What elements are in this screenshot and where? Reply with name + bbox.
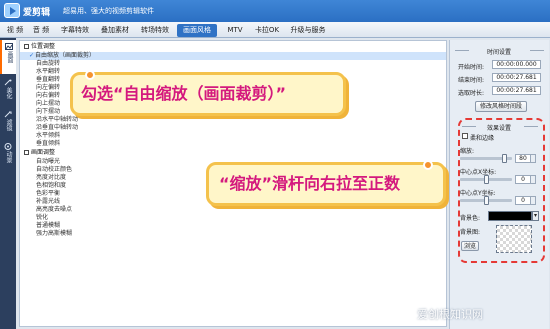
expand-toggle-icon[interactable] xyxy=(24,44,29,49)
app-logo-icon xyxy=(4,3,20,18)
bg-color-label: 背景色: xyxy=(460,215,481,222)
wand-icon xyxy=(4,79,12,86)
tab-transition[interactable]: 转场特效 xyxy=(137,24,173,37)
time-settings-title: 时间设置 xyxy=(486,49,511,56)
list-item[interactable]: 自由旋转 xyxy=(20,60,446,68)
tab-subtitle-effects[interactable]: 字幕特效 xyxy=(57,24,93,37)
bg-color-swatch[interactable] xyxy=(488,211,532,221)
list-item[interactable]: 锐化 xyxy=(20,214,446,222)
effects-title: 效果设置 xyxy=(486,125,511,132)
center-x-slider[interactable] xyxy=(460,175,512,184)
center-y-slider[interactable] xyxy=(460,196,512,205)
tab-mtv[interactable]: MTV xyxy=(222,24,248,37)
list-item[interactable]: 强力高斯模糊 xyxy=(20,230,446,238)
center-x-spin-arrows-icon[interactable] xyxy=(531,175,536,184)
sidebar-item-motion[interactable]: 动景 xyxy=(0,140,16,170)
list-item[interactable]: 高亮度去噪点 xyxy=(20,206,446,214)
instruction-callout-2: “缩放”滑杆向右拉至正数 xyxy=(206,160,446,206)
zoom-spin-arrows-icon[interactable] xyxy=(531,154,536,163)
center-x-value-field[interactable]: 0 xyxy=(515,175,531,184)
picture-icon xyxy=(5,43,13,50)
center-x-label: 中心点X坐标: xyxy=(460,169,497,176)
end-time-field[interactable]: 00:00:27.681 xyxy=(492,73,541,82)
tab-karaoke[interactable]: 卡拉OK xyxy=(252,24,282,37)
soft-edge-label: 柔和边缘 xyxy=(470,135,495,142)
main-tabs: 视 频 音 频 字幕特效 叠加素材 转场特效 画面风格 MTV 卡拉OK 升级与… xyxy=(0,22,550,38)
sidebar-item-label: 滤镜 xyxy=(5,119,12,131)
lightbulb-icon xyxy=(85,70,95,80)
list-item[interactable]: 普通模糊 xyxy=(20,222,446,230)
sidebar-item-label: 画面 xyxy=(6,51,13,63)
center-y-label: 中心点Y坐标: xyxy=(460,190,496,197)
bg-image-label: 背景图: xyxy=(460,229,481,236)
sidebar-item-filter[interactable]: 滤镜 xyxy=(0,108,16,138)
app-slogan: 超易用、强大的视频剪辑软件 xyxy=(63,7,154,15)
list-category-picture-adjust[interactable]: 画面调整 xyxy=(20,149,446,157)
list-item[interactable]: 垂直倾斜 xyxy=(20,140,446,148)
app-name: 爱剪辑 xyxy=(23,8,51,18)
filter-icon xyxy=(4,111,12,118)
duration-label: 选取时长: xyxy=(458,90,485,97)
tab-upgrade-service[interactable]: 升级与服务 xyxy=(286,24,330,37)
sidebar-item-label: 美化 xyxy=(5,87,12,99)
chevron-down-icon[interactable]: ▾ xyxy=(532,211,539,221)
center-y-value-field[interactable]: 0 xyxy=(515,196,531,205)
watermark: 爱创根知识网 xyxy=(417,308,483,321)
tab-audio[interactable]: 音 频 xyxy=(30,24,52,37)
duration-field[interactable]: 00:00:27.681 xyxy=(492,86,541,95)
instruction-callout-1: 勾选“自由缩放（画面裁剪）” xyxy=(70,70,346,116)
sidebar-item-label: 动景 xyxy=(5,151,12,163)
tab-picture-style[interactable]: 画面风格 xyxy=(177,24,217,37)
browse-button[interactable]: 浏览 xyxy=(461,241,479,251)
zoom-slider[interactable] xyxy=(460,154,512,163)
category-sidebar: 画面 美化 滤镜 动景 xyxy=(0,38,16,329)
title-bar: 爱剪辑 超易用、强大的视频剪辑软件 xyxy=(0,0,550,22)
center-x-slider-handle[interactable] xyxy=(483,175,489,184)
motion-icon xyxy=(4,143,12,150)
zoom-slider-handle[interactable] xyxy=(502,154,508,163)
zoom-label: 缩放: xyxy=(460,148,475,155)
end-time-label: 结束时间: xyxy=(458,77,485,84)
modify-time-range-button[interactable]: 修改风格时间段 xyxy=(475,101,527,112)
list-item[interactable]: 水平倾斜 xyxy=(20,132,446,140)
bg-image-preview xyxy=(496,225,532,253)
list-item[interactable]: 沿垂直中轴转动 xyxy=(20,124,446,132)
center-y-slider-handle[interactable] xyxy=(483,196,489,205)
start-time-label: 开始时间: xyxy=(458,64,485,71)
tab-video[interactable]: 视 频 xyxy=(4,24,26,37)
start-time-field[interactable]: 00:00:00.000 xyxy=(492,60,541,69)
list-category-position[interactable]: 位置调整 xyxy=(20,43,446,51)
soft-edge-checkbox[interactable] xyxy=(462,133,468,139)
sidebar-item-beautify[interactable]: 美化 xyxy=(0,76,16,106)
expand-toggle-icon[interactable] xyxy=(24,150,29,155)
sidebar-item-picture[interactable]: 画面 xyxy=(0,40,16,74)
list-item[interactable]: 沿水平中轴转动 xyxy=(20,116,446,124)
zoom-value-field[interactable]: 80 xyxy=(515,154,531,163)
tab-overlay[interactable]: 叠加素材 xyxy=(97,24,133,37)
list-item-free-zoom[interactable]: ✓自由缩放（画面裁剪） xyxy=(20,52,446,60)
center-y-spin-arrows-icon[interactable] xyxy=(531,196,536,205)
lightbulb-icon xyxy=(423,160,433,170)
